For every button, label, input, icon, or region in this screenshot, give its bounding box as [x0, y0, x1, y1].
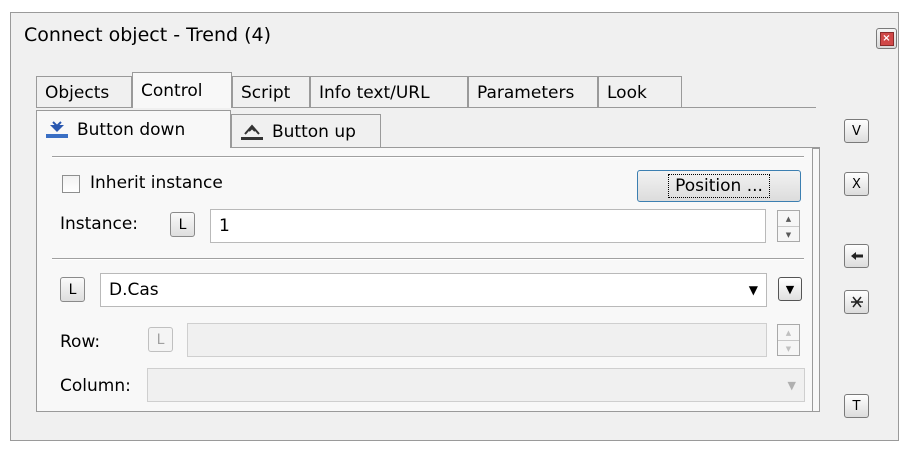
instance-input[interactable]: 1: [210, 209, 766, 243]
subtab-button-up[interactable]: Button up: [231, 114, 381, 148]
cancel-button[interactable]: X: [844, 172, 869, 196]
instance-label: Instance:: [60, 214, 139, 234]
position-button-label: Position ...: [668, 174, 770, 198]
tab-objects[interactable]: Objects: [36, 76, 132, 108]
tab-control[interactable]: Control: [132, 72, 232, 108]
asterisk-icon: [850, 296, 863, 308]
subtab-button-down-label: Button down: [77, 119, 186, 140]
inherit-instance-label: Inherit instance: [90, 173, 223, 193]
separator-middle: [52, 258, 804, 260]
position-button[interactable]: Position ...: [637, 170, 801, 202]
row-input[interactable]: [187, 323, 767, 357]
inherit-instance-checkbox[interactable]: [62, 175, 80, 193]
test-button[interactable]: T: [844, 394, 869, 418]
tab-info-text-url[interactable]: Info text/URL: [310, 76, 468, 108]
dropdown-arrow-icon[interactable]: ▼: [788, 379, 796, 392]
dialog-title: Connect object - Trend (4): [24, 24, 272, 46]
clear-button[interactable]: [844, 290, 869, 314]
object-browse-button[interactable]: ▼: [778, 277, 802, 301]
instance-spinner[interactable]: ▲ ▼: [777, 210, 800, 242]
close-button[interactable]: ×: [876, 28, 897, 49]
arrow-left-button[interactable]: [844, 244, 869, 268]
button-down-icon: [46, 120, 68, 138]
spin-up-icon[interactable]: ▲: [778, 325, 799, 341]
panel-edge: [812, 148, 820, 411]
arrow-left-icon: [850, 252, 863, 260]
row-spinner[interactable]: ▲ ▼: [777, 324, 800, 356]
column-label: Column:: [60, 376, 131, 396]
row-label: Row:: [60, 332, 101, 352]
subtab-button-up-label: Button up: [272, 121, 356, 142]
instance-link-button[interactable]: L: [170, 212, 195, 237]
object-link-button[interactable]: L: [60, 277, 85, 302]
column-combobox[interactable]: ▼: [147, 368, 805, 402]
spin-up-icon[interactable]: ▲: [778, 211, 799, 227]
tab-script[interactable]: Script: [232, 76, 310, 108]
close-icon: ×: [879, 31, 894, 46]
object-combobox[interactable]: D.Cas ▼: [100, 273, 767, 307]
tab-parameters[interactable]: Parameters: [468, 76, 598, 108]
button-up-icon: [241, 123, 263, 140]
chevron-down-icon: ▼: [785, 282, 795, 296]
spin-down-icon[interactable]: ▼: [778, 227, 799, 242]
object-value: D.Cas: [109, 280, 159, 300]
row-link-button[interactable]: L: [148, 327, 173, 352]
separator-top: [52, 156, 804, 158]
dropdown-arrow-icon[interactable]: ▼: [749, 283, 758, 297]
confirm-button[interactable]: V: [844, 119, 869, 143]
tab-look[interactable]: Look: [598, 76, 682, 108]
spin-down-icon[interactable]: ▼: [778, 341, 799, 356]
subtab-button-down[interactable]: Button down: [36, 110, 231, 148]
